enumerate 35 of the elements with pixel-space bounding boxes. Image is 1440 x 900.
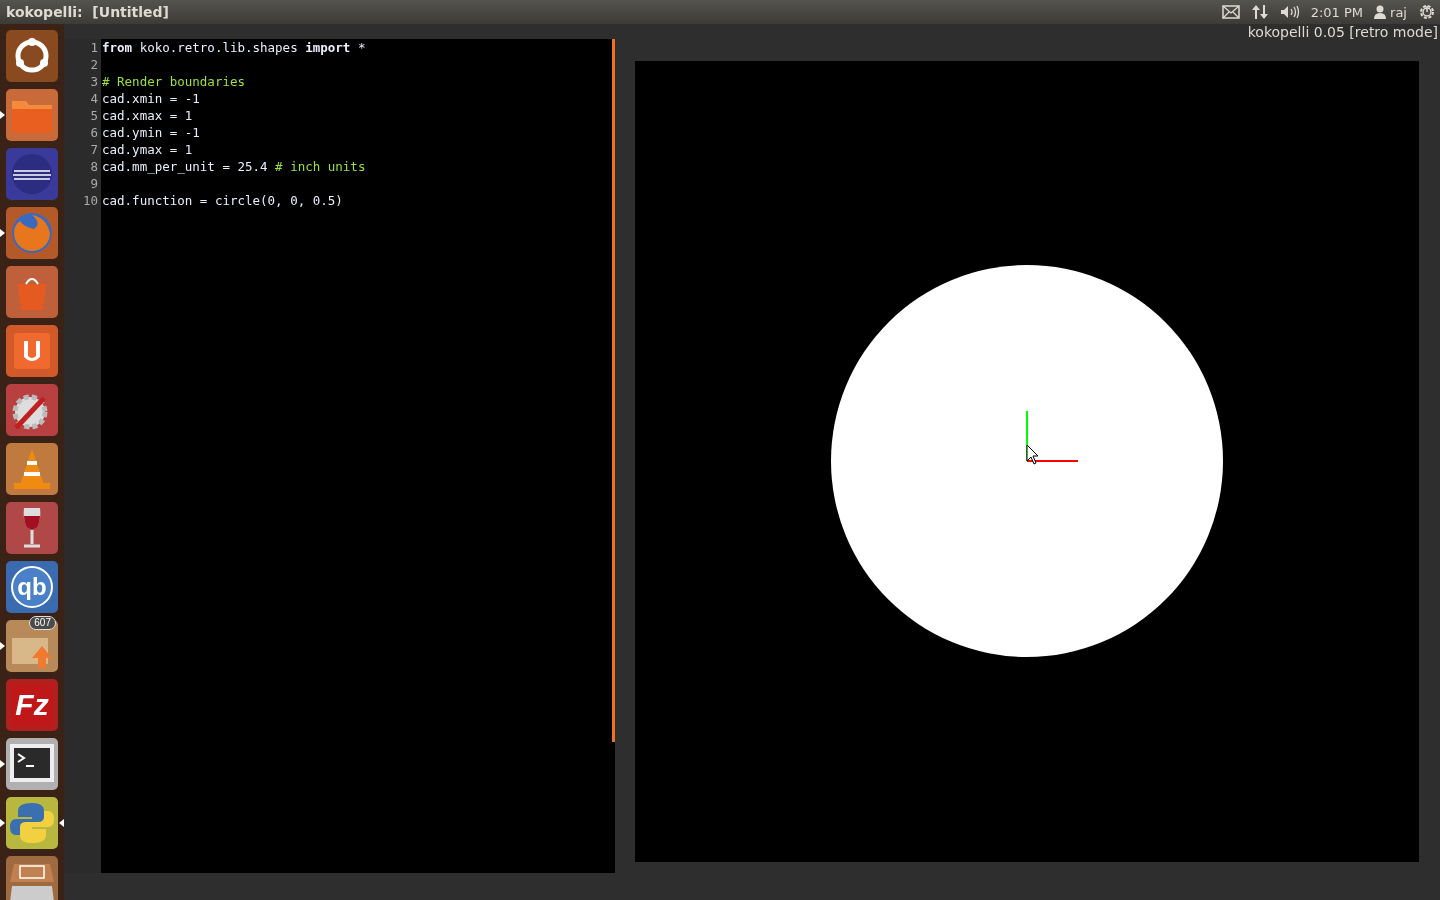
mouse-pointer-icon (1026, 444, 1039, 465)
line-number: 1 (89, 39, 98, 56)
line-number: 2 (89, 56, 98, 73)
line-number: 5 (89, 107, 98, 124)
line-number: 3 (89, 73, 98, 90)
line-number: 8 (89, 158, 98, 175)
person-icon (1374, 5, 1387, 19)
code-line: # Render boundaries (101, 73, 246, 90)
power-gear-icon[interactable] (1418, 3, 1436, 21)
code-line: cad.xmin = -1 (101, 90, 201, 107)
user-menu[interactable]: raj (1374, 4, 1407, 20)
count-badge: 607 (29, 616, 56, 630)
network-arrows-icon[interactable] (1250, 4, 1269, 20)
render-viewport[interactable] (635, 61, 1419, 862)
code-line: cad.mm_per_unit = 25.4 # inch units (101, 158, 367, 175)
x-axis-line (1026, 460, 1079, 462)
mail-icon[interactable] (1221, 5, 1240, 19)
launcher-item[interactable] (6, 148, 58, 200)
launcher-item[interactable] (6, 738, 58, 790)
clock[interactable]: 2:01 PM (1310, 4, 1364, 20)
line-number: 10 (81, 192, 98, 209)
code-line: cad.ymin = -1 (101, 124, 201, 141)
line-number: 6 (89, 124, 98, 141)
line-number: 7 (89, 141, 98, 158)
window-title: kokopelli: [Untitled] (6, 4, 169, 20)
code-line: cad.ymax = 1 (101, 141, 194, 158)
launcher-item[interactable] (6, 502, 58, 554)
line-number: 9 (89, 175, 98, 192)
code-line: cad.function = circle(0, 0, 0.5) (101, 192, 344, 209)
line-number: 4 (89, 90, 98, 107)
code-line: from koko.retro.lib.shapes import * (101, 39, 367, 56)
code-line: cad.xmax = 1 (101, 107, 194, 124)
code-editor[interactable]: from koko.retro.lib.shapes import * # Render boundaries cad.xmin = -1 cad.xmax = 1 cad.ymin = -1 cad.ymax = 1 cad.mm_per_unit = 25.4 # inch units cad.function = circle(0, 0, 0.5) (101, 39, 615, 873)
viewer-title: kokopelli 0.05 [retro mode] (1247, 24, 1439, 40)
speaker-icon[interactable] (1279, 5, 1300, 19)
